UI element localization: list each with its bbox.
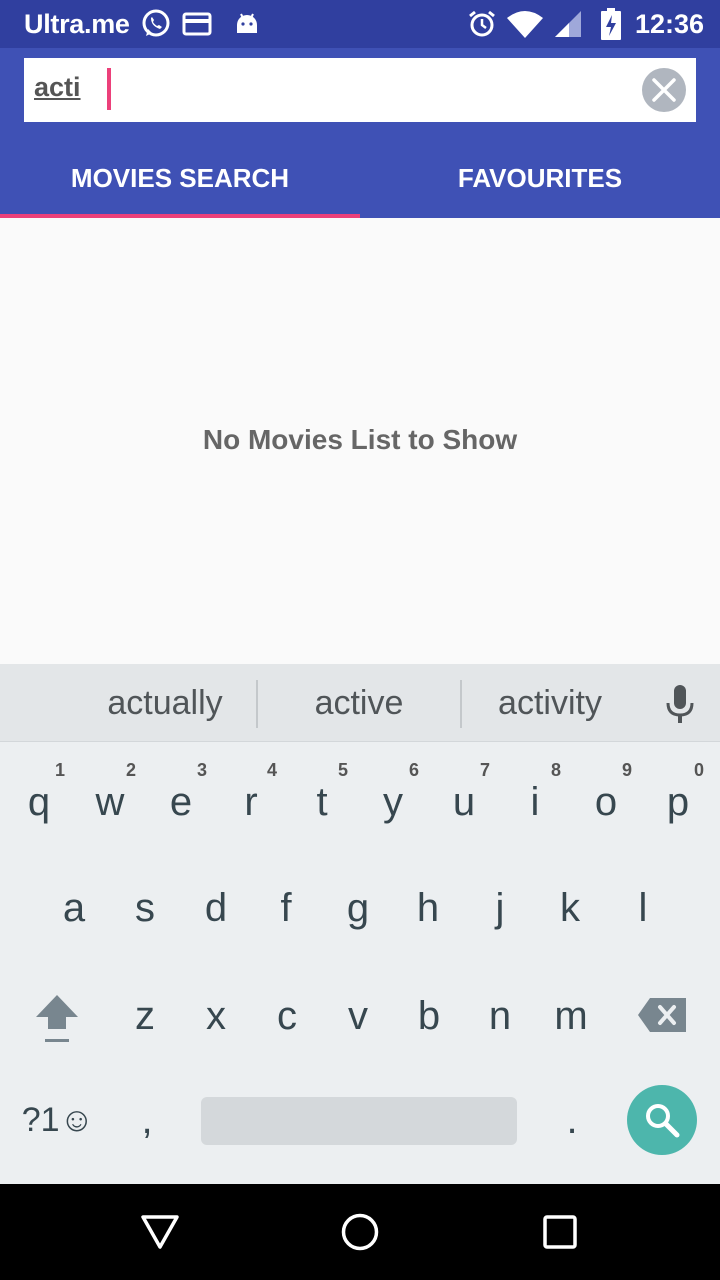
carrier-name: Ultra.me (24, 8, 130, 39)
key-hint-8: 9 (622, 760, 633, 780)
signal-icon (553, 9, 583, 39)
key-hint-1: 2 (126, 760, 137, 780)
clear-search-button[interactable] (642, 68, 686, 112)
key-hint-0: 1 (55, 760, 66, 780)
home-circle-icon (341, 1213, 379, 1251)
backspace-key[interactable] (627, 980, 697, 1050)
back-triangle-icon (141, 1215, 179, 1249)
status-right: 12:36 (467, 0, 704, 48)
key-hint-3: 4 (267, 760, 278, 780)
suggestion-active[interactable]: active (258, 664, 460, 742)
key-hint-7: 8 (551, 760, 562, 780)
wifi-icon (506, 10, 543, 38)
empty-state-message: No Movies List to Show (202, 424, 518, 455)
shift-key[interactable] (22, 984, 92, 1054)
android-icon (234, 11, 260, 37)
soft-keyboard: actually active activity q1w2e3r4t5y6u7i… (0, 664, 720, 1184)
status-time: 12:36 (634, 8, 704, 39)
comma-key[interactable]: , (112, 1084, 182, 1156)
home-button[interactable] (336, 1208, 384, 1256)
backspace-icon (638, 998, 686, 1032)
recents-button[interactable] (536, 1208, 584, 1256)
suggestion-strip: actually active activity (0, 664, 720, 742)
key-v[interactable]: v (323, 978, 393, 1054)
recents-square-icon (543, 1215, 577, 1249)
search-query-text: acti (34, 72, 81, 102)
key-g[interactable]: g (323, 870, 393, 946)
key-l[interactable]: l (608, 870, 678, 946)
search-input[interactable]: acti (24, 58, 696, 122)
search-icon (646, 1104, 680, 1138)
voice-input-button[interactable] (652, 676, 708, 732)
microphone-icon (666, 685, 694, 723)
alarm-icon (467, 9, 497, 39)
status-left: Ultra.me (24, 0, 260, 48)
key-hint-4: 5 (338, 760, 349, 780)
key-n[interactable]: n (465, 978, 535, 1054)
key-a[interactable]: a (39, 870, 109, 946)
key-f[interactable]: f (251, 870, 321, 946)
period-key[interactable]: . (537, 1084, 607, 1156)
close-icon (652, 78, 676, 102)
key-x[interactable]: x (181, 978, 251, 1054)
back-button[interactable] (136, 1208, 184, 1256)
space-key[interactable] (201, 1097, 517, 1145)
status-bar: Ultra.me 12:36 (0, 0, 720, 48)
key-z[interactable]: z (110, 978, 180, 1054)
suggestion-actually[interactable]: actually (62, 664, 268, 742)
key-j[interactable]: j (465, 870, 535, 946)
search-action-key[interactable] (627, 1085, 697, 1155)
app-bar: acti MOVIES SEARCH FAVOURITES (0, 48, 720, 218)
whatsapp-icon (140, 8, 172, 40)
key-d[interactable]: d (181, 870, 251, 946)
shift-arrow-icon (36, 995, 78, 1042)
key-hint-5: 6 (409, 760, 420, 780)
key-m[interactable]: m (536, 978, 606, 1054)
key-hint-6: 7 (480, 760, 491, 780)
key-c[interactable]: c (252, 978, 322, 1054)
tab-label: MOVIES SEARCH (70, 162, 290, 193)
card-icon (182, 12, 212, 36)
key-hint-2: 3 (197, 760, 208, 780)
tab-movies-search[interactable]: MOVIES SEARCH (0, 138, 360, 218)
suggestion-activity[interactable]: activity (462, 664, 638, 742)
symbols-key[interactable]: ?1☺ (18, 1084, 98, 1156)
key-k[interactable]: k (535, 870, 605, 946)
text-cursor (107, 68, 111, 110)
tab-bar: MOVIES SEARCH FAVOURITES (0, 138, 720, 218)
navigation-bar (0, 1184, 720, 1280)
key-s[interactable]: s (110, 870, 180, 946)
key-hint-9: 0 (694, 760, 705, 780)
battery-charging-icon (600, 8, 621, 40)
key-b[interactable]: b (394, 978, 464, 1054)
tab-favourites[interactable]: FAVOURITES (360, 138, 720, 218)
movies-list-area: No Movies List to Show (0, 218, 720, 664)
tab-label: FAVOURITES (457, 162, 623, 193)
key-h[interactable]: h (393, 870, 463, 946)
